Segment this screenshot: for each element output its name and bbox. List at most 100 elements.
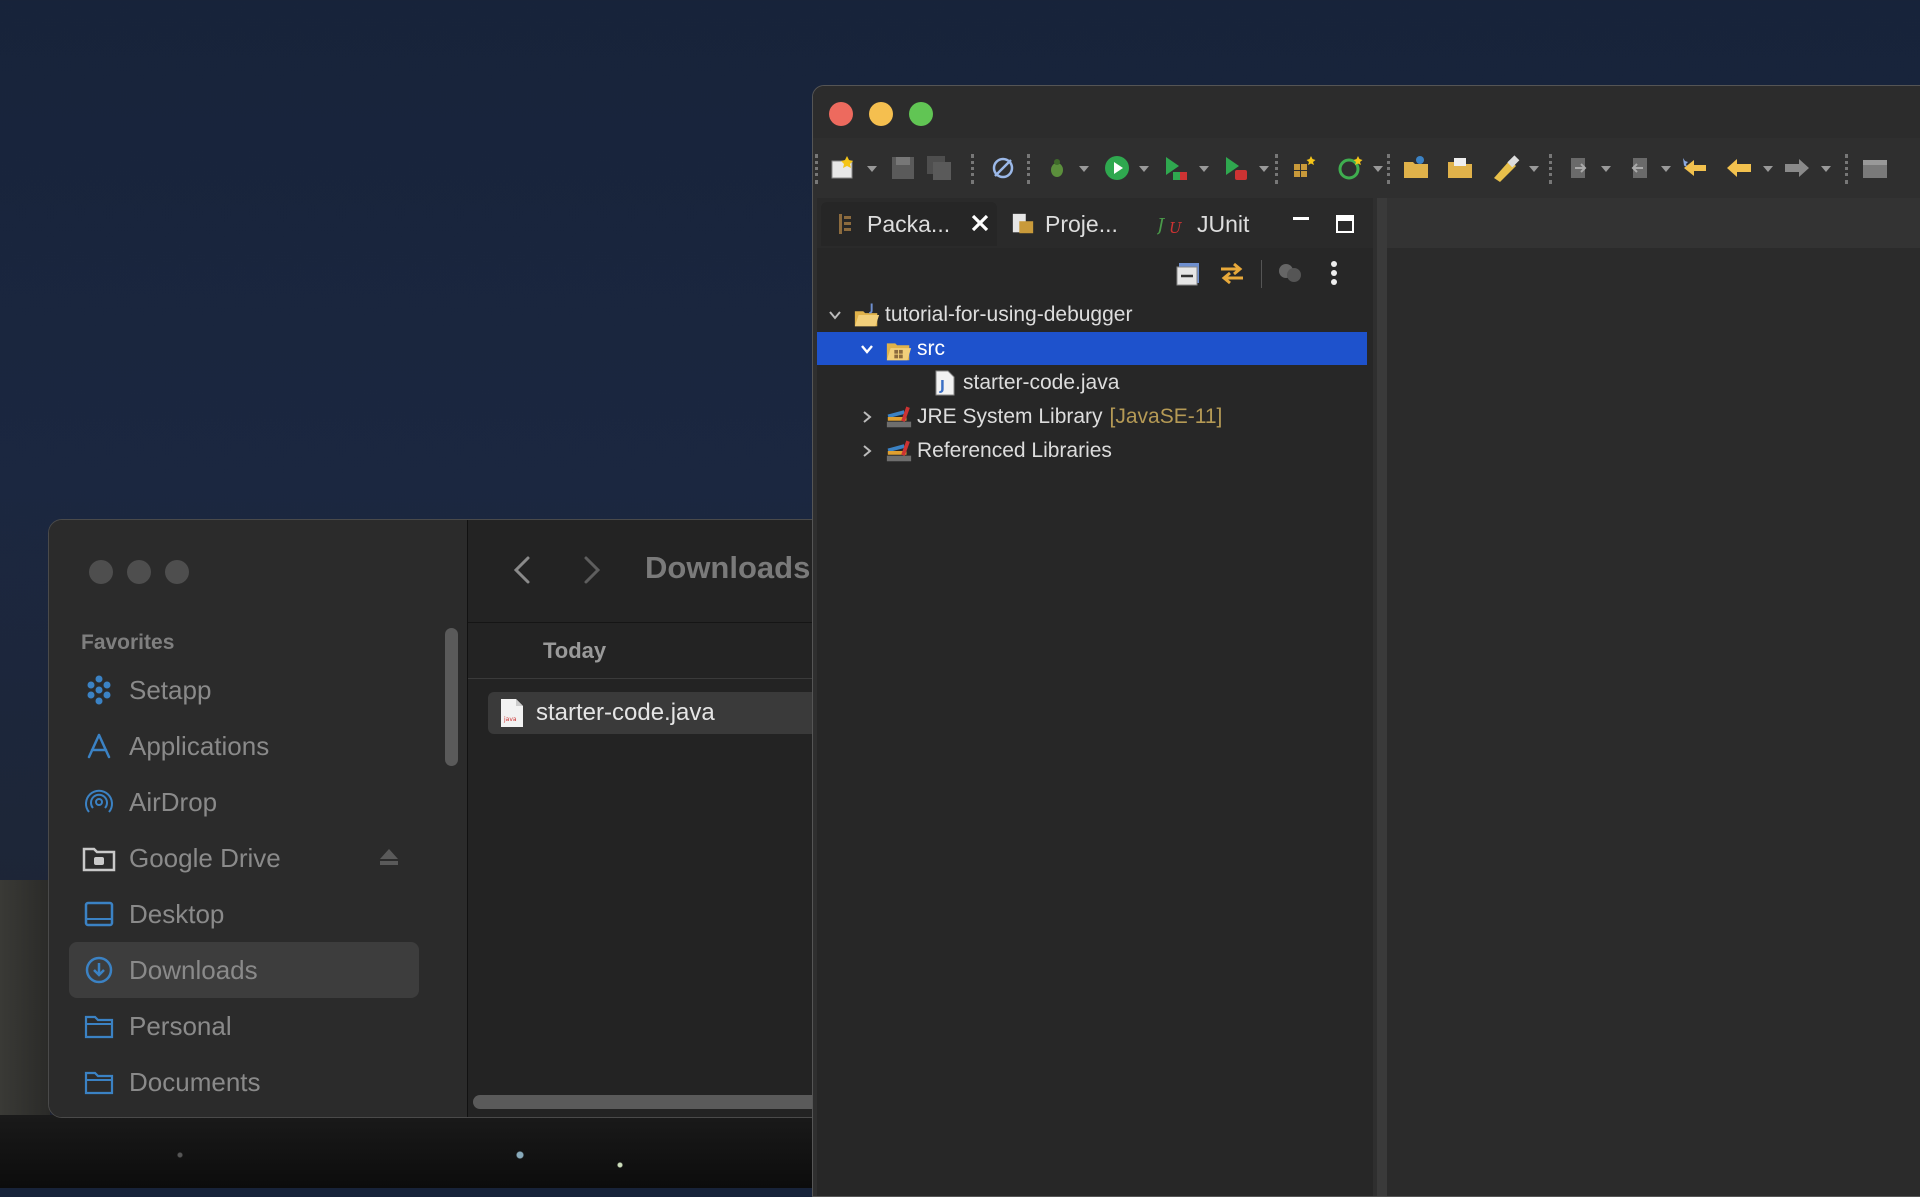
save-all-icon[interactable] (923, 152, 955, 184)
debug-icon[interactable] (1041, 152, 1073, 184)
open-folder-icon[interactable] (1445, 152, 1477, 184)
file-name: starter-code.java (536, 699, 715, 726)
back-button[interactable] (508, 550, 538, 590)
sidebar-item-google-drive[interactable]: Google Drive (69, 830, 419, 886)
view-splitter[interactable] (1377, 198, 1387, 1196)
chevron-down-icon[interactable] (1079, 166, 1089, 172)
tab-package-explorer[interactable]: Packa... (821, 202, 997, 246)
tree-item-project[interactable]: J tutorial-for-using-debugger (817, 298, 1367, 331)
sidebar-item-setapp[interactable]: Setapp (69, 662, 419, 718)
java-file-icon: J (931, 370, 959, 396)
zoom-button[interactable] (165, 560, 189, 584)
sidebar-item-airdrop[interactable]: AirDrop (69, 774, 419, 830)
view-menu-icon[interactable] (1319, 258, 1349, 288)
library-icon (885, 404, 913, 430)
previous-annotation-icon[interactable] (1623, 152, 1655, 184)
minimize-button[interactable] (869, 102, 893, 126)
new-java-class-icon[interactable] (1335, 152, 1367, 184)
sidebar-item-label: Personal (129, 1010, 232, 1041)
sidebar-item-label: Downloads (129, 954, 258, 985)
chevron-down-icon[interactable] (1661, 166, 1671, 172)
editor-tabbar (1387, 198, 1920, 248)
chevron-down-icon[interactable] (1139, 166, 1149, 172)
close-button[interactable] (829, 102, 853, 126)
svg-text:J: J (939, 379, 945, 394)
sidebar-scrollbar[interactable] (445, 628, 458, 766)
external-tools-icon[interactable] (1219, 152, 1251, 184)
sidebar-item-label: Desktop (129, 898, 225, 929)
editor-area (1387, 198, 1920, 1196)
sidebar-item-label: Documents (129, 1066, 261, 1097)
collapse-all-icon[interactable] (1173, 258, 1203, 288)
downloads-icon (81, 952, 117, 988)
tree-item-label: JRE System Library (917, 404, 1103, 428)
save-icon[interactable] (887, 152, 919, 184)
tree-item-starter-code[interactable]: J starter-code.java (817, 366, 1367, 399)
tree-item-label: Referenced Libraries (917, 438, 1112, 462)
tab-junit[interactable]: JU JUnit (1153, 202, 1263, 246)
open-type-icon[interactable] (1401, 152, 1433, 184)
back-arrow-icon[interactable] (1723, 152, 1755, 184)
chevron-down-icon[interactable] (857, 339, 877, 359)
chevron-down-icon[interactable] (1763, 166, 1773, 172)
eject-icon[interactable] (379, 848, 399, 866)
tab-label: JUnit (1197, 210, 1250, 237)
skip-breakpoints-icon[interactable] (987, 152, 1019, 184)
tab-project-explorer[interactable]: Proje... (1003, 202, 1133, 246)
chevron-down-icon[interactable] (1601, 166, 1611, 172)
coverage-icon[interactable] (1159, 152, 1191, 184)
chevron-down-icon[interactable] (1373, 166, 1383, 172)
close-button[interactable] (89, 560, 113, 584)
jre-version-decoration: [JavaSE-11] (1109, 404, 1223, 428)
chevron-down-icon[interactable] (825, 305, 845, 325)
run-icon[interactable] (1101, 152, 1133, 184)
maximize-view-icon[interactable] (1335, 214, 1355, 239)
tree-item-src[interactable]: src (817, 332, 1367, 365)
forward-button[interactable] (576, 550, 606, 590)
forward-arrow-icon[interactable] (1781, 152, 1813, 184)
package-explorer-icon (833, 212, 857, 236)
finder-window: Favorites Setapp Applications AirDrop Go… (48, 519, 840, 1118)
chevron-right-icon[interactable] (857, 407, 877, 427)
view-toolbar (817, 248, 1373, 298)
new-java-package-icon[interactable] (1289, 152, 1321, 184)
minimize-view-icon[interactable] (1291, 214, 1311, 232)
tree-item-referenced-libraries[interactable]: Referenced Libraries (817, 434, 1367, 467)
folder-icon (81, 1064, 117, 1100)
setapp-icon (81, 672, 117, 708)
sidebar-item-personal[interactable]: Personal (69, 998, 419, 1054)
background-cityscape (0, 1115, 820, 1188)
svg-text:J: J (1157, 215, 1166, 236)
horizontal-scrollbar[interactable] (473, 1095, 839, 1109)
last-edit-location-icon[interactable] (1679, 152, 1711, 184)
minimize-button[interactable] (127, 560, 151, 584)
eclipse-titlebar (813, 86, 1920, 138)
sidebar-item-desktop[interactable]: Desktop (69, 886, 419, 942)
sidebar-item-documents[interactable]: Documents (69, 1054, 419, 1110)
toolbar-separator (1845, 154, 1850, 184)
link-with-editor-icon[interactable] (1217, 258, 1247, 288)
highlight-icon[interactable] (1489, 152, 1521, 184)
zoom-button[interactable] (909, 102, 933, 126)
next-annotation-icon[interactable] (1563, 152, 1595, 184)
window-title: Downloads (645, 550, 811, 585)
chevron-down-icon[interactable] (1821, 166, 1831, 172)
new-icon[interactable] (827, 152, 859, 184)
focus-on-active-task-icon[interactable] (1275, 258, 1305, 288)
open-perspective-icon[interactable] (1859, 152, 1891, 184)
finder-toolbar: Downloads (468, 520, 839, 623)
sidebar-item-applications[interactable]: Applications (69, 718, 419, 774)
file-item[interactable]: java starter-code.java (488, 692, 839, 734)
finder-sidebar: Favorites Setapp Applications AirDrop Go… (49, 520, 468, 1117)
svg-text:java: java (503, 716, 517, 723)
chevron-down-icon[interactable] (1199, 166, 1209, 172)
tab-label: Proje... (1045, 210, 1118, 237)
chevron-down-icon[interactable] (1529, 166, 1539, 172)
section-header-label: Today (543, 638, 607, 663)
tree-item-jre-library[interactable]: JRE System Library [JavaSE-11] (817, 400, 1367, 433)
chevron-down-icon[interactable] (1259, 166, 1269, 172)
close-icon[interactable] (969, 212, 991, 240)
chevron-right-icon[interactable] (857, 441, 877, 461)
sidebar-item-downloads[interactable]: Downloads (69, 942, 419, 998)
chevron-down-icon[interactable] (867, 166, 877, 172)
